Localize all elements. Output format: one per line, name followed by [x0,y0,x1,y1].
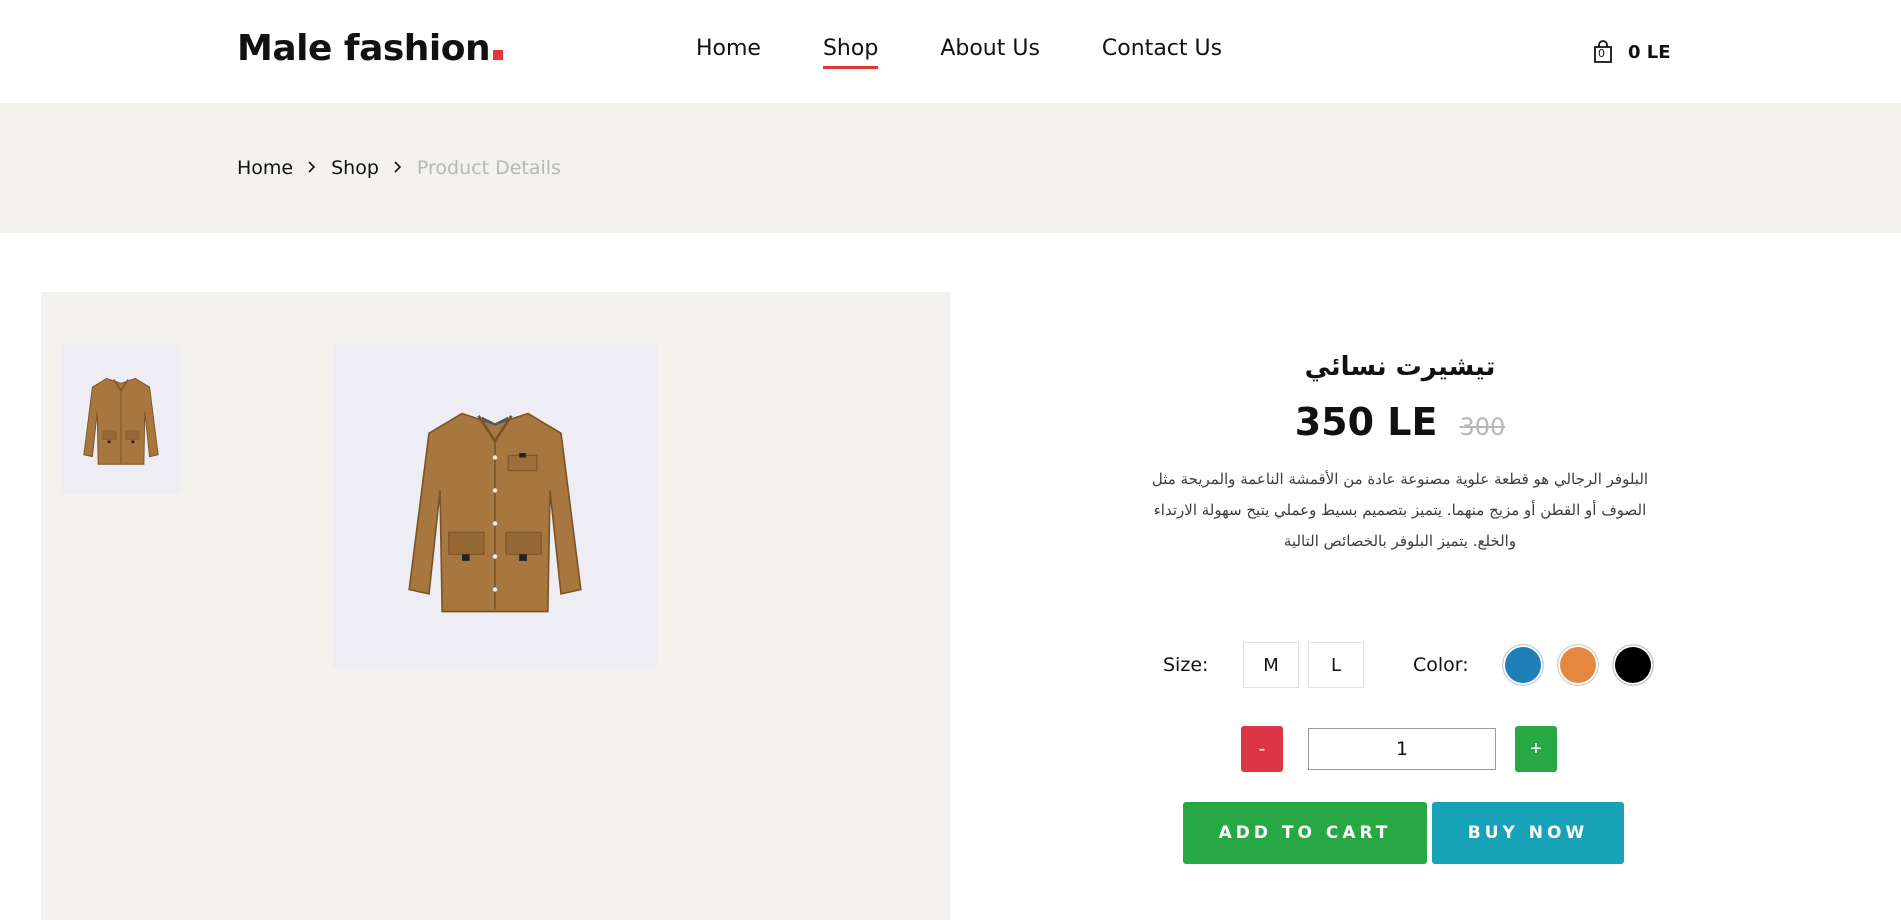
quantity-increase-button[interactable]: + [1515,726,1557,772]
quantity-decrease-button[interactable]: - [1241,726,1283,772]
breadcrumb-section: Home Shop Product Details [0,103,1901,233]
logo-text: Male fashion [237,28,491,69]
buy-now-button[interactable]: BUY NOW [1432,802,1624,864]
product-title: تيشيرت نسائي [1304,352,1496,382]
site-header: Male fashion Home Shop About Us Contact … [0,0,1901,103]
add-to-cart-button[interactable]: ADD TO CART [1183,802,1427,864]
quantity-stepper: - + [1110,724,1690,772]
product-price: 350 LE [1294,400,1438,444]
breadcrumb-current: Product Details [416,157,561,179]
shopping-bag-icon: 0 [1592,40,1614,64]
color-swatch-blue[interactable] [1502,644,1544,686]
product-thumbnail[interactable] [61,344,180,494]
size-option-m[interactable]: M [1243,642,1299,688]
nav-contact-us[interactable]: Contact Us [1102,36,1222,69]
chevron-right-icon [307,159,317,178]
cart-button[interactable]: 0 0 LE [1592,40,1671,64]
product-gallery [41,292,950,920]
nav-home[interactable]: Home [696,36,761,69]
main-nav: Home Shop About Us Contact Us [696,36,1284,69]
nav-shop[interactable]: Shop [822,36,879,69]
nav-about-us[interactable]: About Us [940,36,1040,69]
size-option-l[interactable]: L [1308,642,1364,688]
product-main-image [333,344,657,669]
price-row: 350 LE 300 [1110,400,1690,444]
product-description: البلوفر الرجالي هو قطعة علوية مصنوعة عاد… [1151,470,1649,550]
jacket-icon [82,378,159,465]
quantity-input[interactable] [1308,728,1496,770]
color-swatch-black[interactable] [1612,644,1654,686]
product-old-price: 300 [1459,413,1506,441]
jacket-icon [408,412,582,612]
logo-accent-dot [493,50,504,60]
cart-count: 0 [1598,47,1605,60]
breadcrumb: Home Shop Product Details [237,157,561,179]
color-swatch-orange[interactable] [1557,644,1599,686]
size-label: Size: [1163,654,1209,676]
breadcrumb-shop[interactable]: Shop [331,157,379,179]
chevron-right-icon [393,159,403,178]
product-options: Size: M L Color: [1160,642,1660,690]
cart-total: 0 LE [1628,41,1671,63]
breadcrumb-home[interactable]: Home [237,157,293,179]
color-label: Color: [1413,654,1469,676]
purchase-actions: ADD TO CART BUY NOW [1110,802,1690,864]
logo[interactable]: Male fashion [237,28,504,69]
